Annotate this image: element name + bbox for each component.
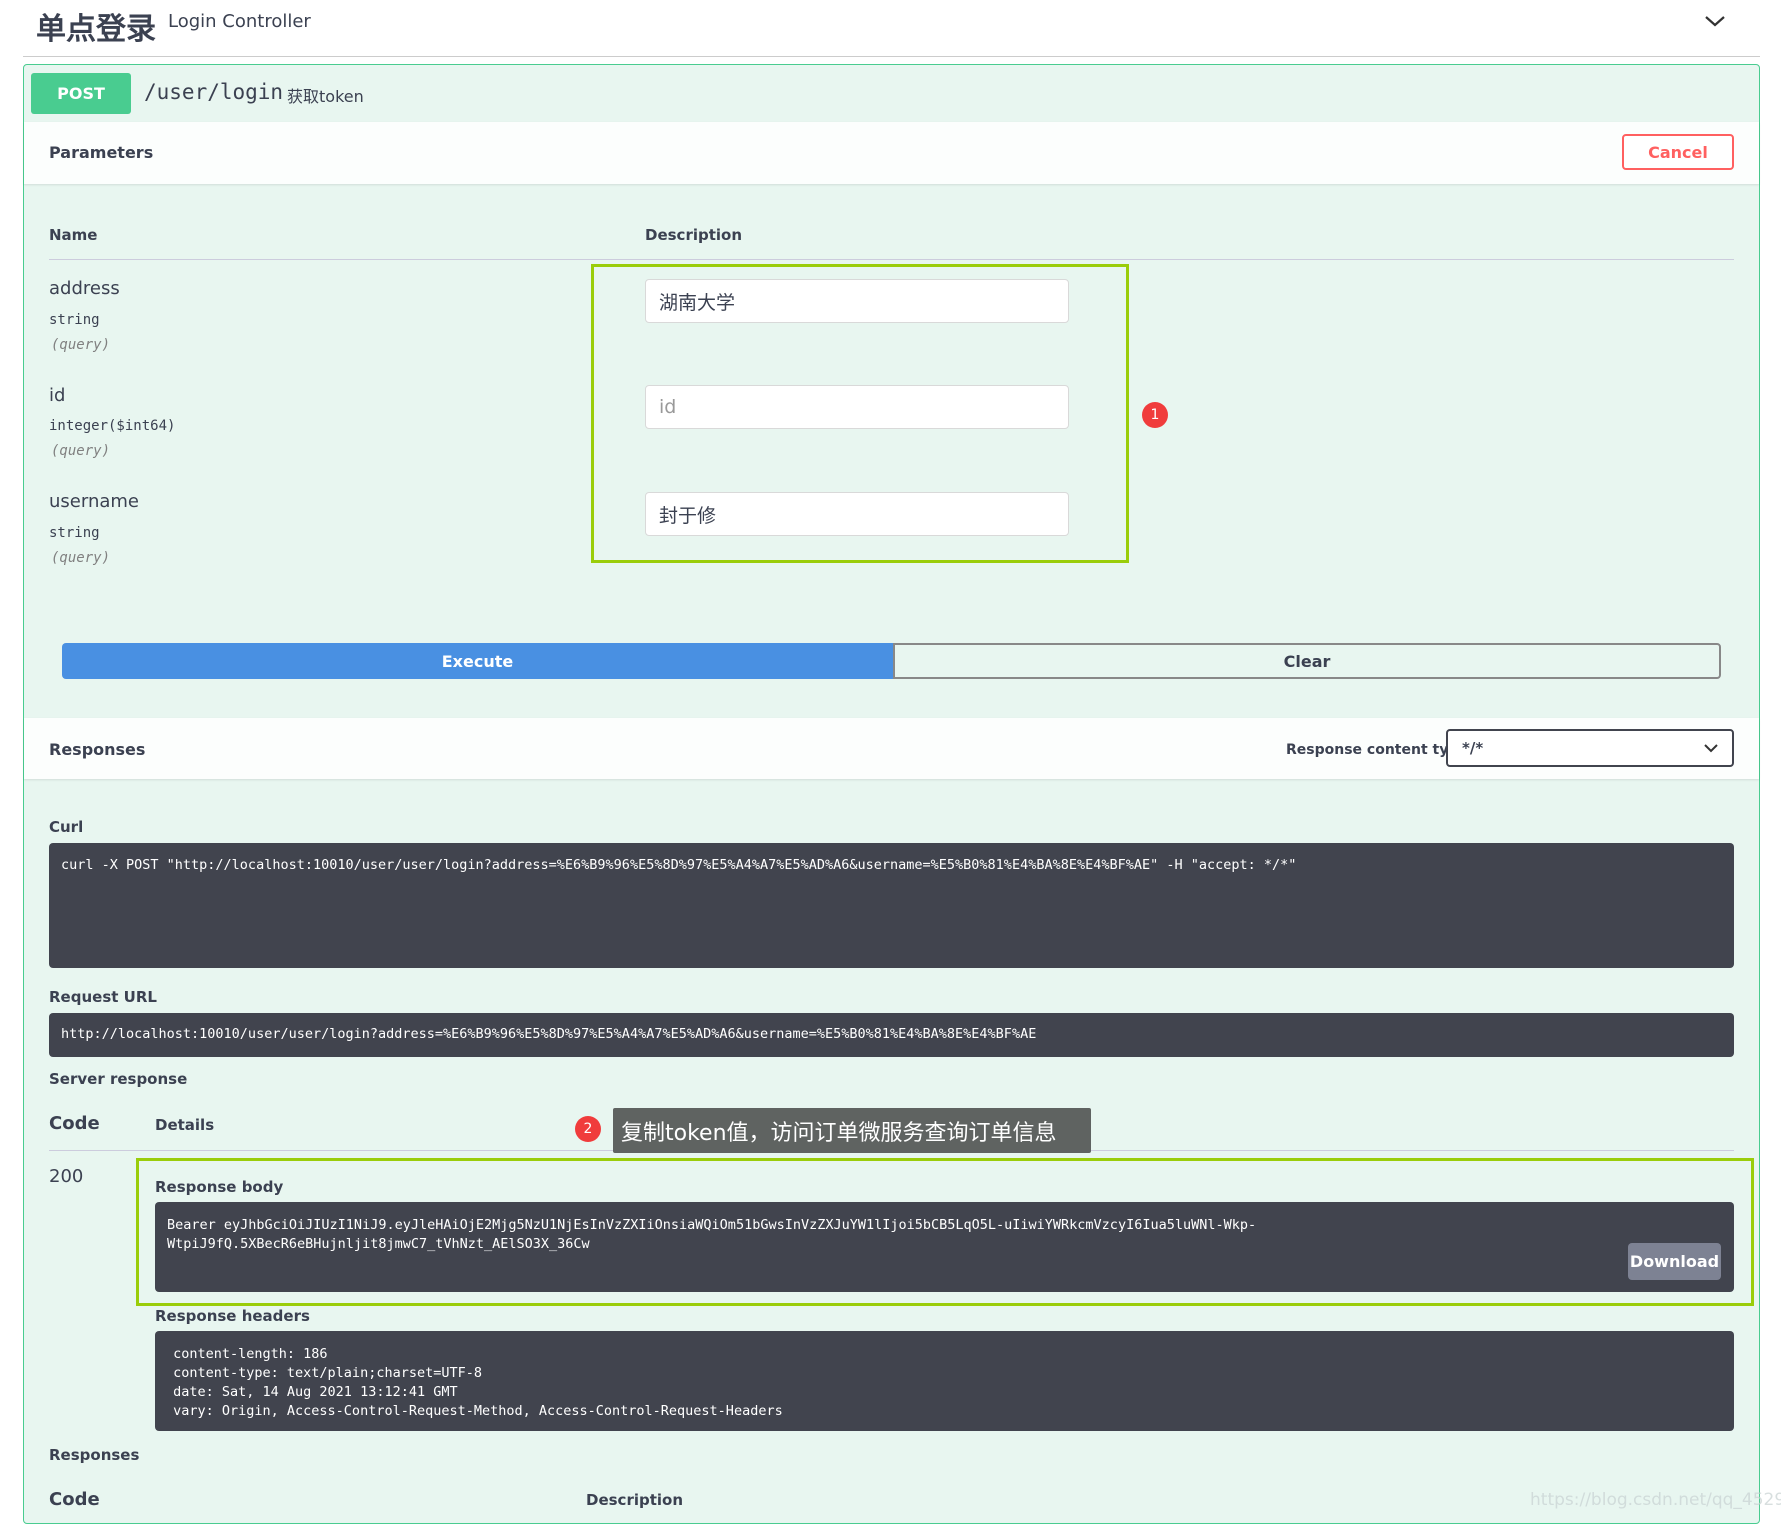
parameters-header — [24, 122, 1759, 184]
col-name: Name — [49, 226, 98, 244]
clear-button[interactable]: Clear — [893, 643, 1721, 679]
param-in: (query) — [51, 443, 111, 459]
annotation-tooltip: 复制token值，访问订单微服务查询订单信息 — [613, 1108, 1091, 1153]
param-name: username — [49, 491, 139, 512]
description-column-header: Description — [586, 1491, 684, 1509]
request-url[interactable]: http://localhost:10010/user/user/login?a… — [49, 1013, 1734, 1057]
highlight-box — [591, 264, 1129, 563]
method-badge[interactable]: POST — [31, 73, 131, 114]
server-response-label: Server response — [49, 1070, 188, 1088]
curl-label: Curl — [49, 818, 84, 836]
param-type: integer($int64) — [49, 418, 176, 434]
section-subtitle: Login Controller — [168, 11, 311, 32]
cancel-button[interactable]: Cancel — [1622, 134, 1734, 170]
param-type: string — [49, 525, 100, 541]
divider — [49, 259, 1734, 260]
annotation-badge: 2 — [575, 1116, 601, 1142]
chevron-down-icon — [1704, 744, 1718, 753]
code-column-header: Code — [49, 1489, 100, 1510]
divider — [23, 56, 1760, 57]
download-button[interactable]: Download — [1628, 1243, 1721, 1280]
responses-label: Responses — [49, 1446, 140, 1464]
content-type-label: Response content type — [1286, 742, 1468, 758]
response-headers-label: Response headers — [155, 1307, 310, 1325]
response-code: 200 — [49, 1166, 84, 1187]
param-type: string — [49, 312, 100, 328]
content-type-select[interactable]: */* — [1446, 729, 1734, 767]
operation-path[interactable]: /user/login — [144, 80, 283, 104]
details-header: Details — [155, 1116, 215, 1134]
content-type-value: */* — [1462, 739, 1484, 757]
param-name: address — [49, 278, 120, 299]
responses-title: Responses — [49, 740, 146, 759]
response-body-label: Response body — [155, 1178, 284, 1196]
response-body[interactable]: Bearer eyJhbGciOiJIUzI1NiJ9.eyJleHAiOjE2… — [155, 1202, 1734, 1292]
annotation-badge: 1 — [1142, 402, 1168, 428]
curl-command[interactable]: curl -X POST "http://localhost:10010/use… — [49, 843, 1734, 968]
watermark: https://blog.csdn.net/qq_45297578 — [1530, 1490, 1781, 1510]
param-in: (query) — [51, 337, 111, 353]
section-title: 单点登录 — [36, 12, 156, 47]
col-description: Description — [645, 226, 743, 244]
response-headers[interactable]: content-length: 186 content-type: text/p… — [155, 1331, 1734, 1431]
param-name: id — [49, 385, 66, 406]
parameters-title: Parameters — [49, 143, 154, 162]
chevron-down-icon[interactable] — [1704, 10, 1726, 32]
code-header: Code — [49, 1113, 100, 1134]
operation-summary: 获取token — [287, 87, 364, 106]
execute-button[interactable]: Execute — [62, 643, 893, 679]
param-in: (query) — [51, 550, 111, 566]
request-url-label: Request URL — [49, 988, 157, 1006]
